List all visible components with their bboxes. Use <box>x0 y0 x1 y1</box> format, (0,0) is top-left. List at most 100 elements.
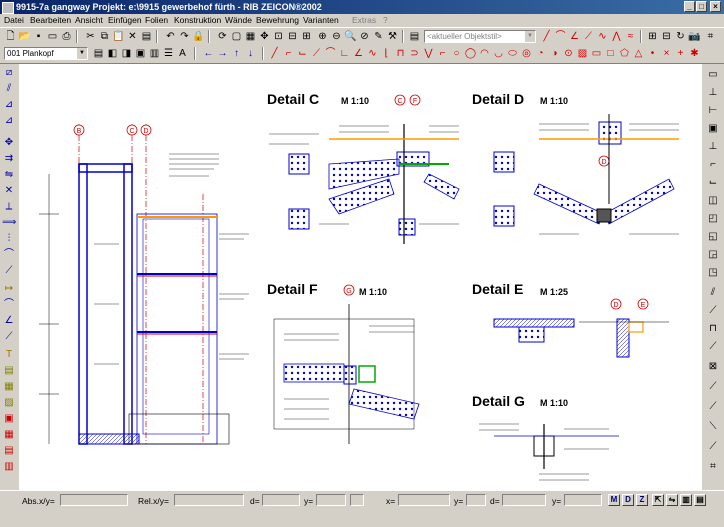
properties-icon[interactable]: ▤ <box>140 30 153 43</box>
maximize-button[interactable]: □ <box>696 1 707 12</box>
mode-d-button[interactable]: D <box>622 494 634 506</box>
slab-icon[interactable]: ⫽ <box>2 82 16 96</box>
object-style-icon[interactable]: ▤ <box>408 30 421 43</box>
snap-free-icon[interactable]: ⟋ <box>706 380 720 394</box>
symbol-icon[interactable]: ▦ <box>2 380 16 394</box>
polyline-icon[interactable]: ⌒ <box>554 30 567 43</box>
wave-icon[interactable]: ≈ <box>624 30 637 43</box>
label-icon[interactable]: ▤ <box>2 364 16 378</box>
snap-off-icon[interactable]: ⊠ <box>706 360 720 374</box>
snap-ins-icon[interactable]: ◳ <box>706 266 720 280</box>
minimize-button[interactable]: _ <box>684 1 695 12</box>
zoom-prev-icon[interactable]: ⊟ <box>286 30 299 43</box>
zoom-in-icon[interactable]: ⊕ <box>316 30 329 43</box>
cut-icon[interactable]: ✂ <box>84 30 97 43</box>
y3-field[interactable] <box>564 494 602 506</box>
draw-arc3-icon[interactable]: ◡ <box>492 47 505 60</box>
draw-loop-icon[interactable]: ⊃ <box>408 47 421 60</box>
menu-extras[interactable]: Extras <box>352 14 376 27</box>
draw-ring-icon[interactable]: ◎ <box>520 47 533 60</box>
draw-rect-icon[interactable]: ▭ <box>590 47 603 60</box>
lock-icon[interactable]: 🔒 <box>192 30 205 43</box>
text-icon[interactable]: A <box>176 47 189 60</box>
draw-sector-icon[interactable]: ◔ <box>534 47 547 60</box>
arrow-right-icon[interactable]: → <box>216 47 229 60</box>
y-field[interactable] <box>316 494 346 506</box>
edit-icon[interactable]: ✎ <box>372 30 385 43</box>
menu-folien[interactable]: Folien <box>145 14 168 27</box>
paste-icon[interactable]: 📋 <box>112 30 125 43</box>
layer-list-icon[interactable]: ☰ <box>162 47 175 60</box>
rebar-icon[interactable]: ▣ <box>2 412 16 426</box>
draw-bend-icon[interactable]: ∟ <box>338 47 351 60</box>
chevron-down-icon[interactable]: ▼ <box>77 48 87 59</box>
cross-icon[interactable]: ✕ <box>2 184 16 198</box>
stirrup-icon[interactable]: ▤ <box>2 444 16 458</box>
snap-center-icon[interactable]: ⊢ <box>706 104 720 118</box>
rel-x-field[interactable] <box>174 494 244 506</box>
draw-arc2-icon[interactable]: ◠ <box>478 47 491 60</box>
preview-icon[interactable]: ▭ <box>46 30 59 43</box>
pan-icon[interactable]: ✥ <box>258 30 271 43</box>
angle-icon[interactable]: ∠ <box>568 30 581 43</box>
new-icon[interactable]: 🗋 <box>4 30 17 43</box>
draw-hatch-icon[interactable]: ▨ <box>576 47 589 60</box>
draw-square-icon[interactable]: □ <box>604 47 617 60</box>
snap-inter-icon[interactable]: ▣ <box>706 122 720 136</box>
draw-zigzag-icon[interactable]: ⋁ <box>422 47 435 60</box>
copy-icon[interactable]: ⧉ <box>98 30 111 43</box>
zoom-all-icon[interactable]: ⊞ <box>300 30 313 43</box>
draw-node-icon[interactable]: ⊙ <box>562 47 575 60</box>
grid-toggle-icon[interactable]: ▥ <box>680 494 692 506</box>
print-icon[interactable]: ⎙ <box>60 30 73 43</box>
d-field[interactable] <box>262 494 300 506</box>
menu-ansicht[interactable]: Ansicht <box>75 14 103 27</box>
draw-diagonal-icon[interactable]: ⟋ <box>310 47 323 60</box>
draw-stirrup-icon[interactable]: ⊓ <box>394 47 407 60</box>
text-tool-icon[interactable]: T <box>2 348 16 362</box>
snap-ext-icon[interactable]: ◲ <box>706 248 720 262</box>
draw-polygon-icon[interactable]: ⬠ <box>618 47 631 60</box>
line-icon[interactable]: ╱ <box>540 30 553 43</box>
d2-field[interactable] <box>502 494 546 506</box>
snap-dist-icon[interactable]: ⟍ <box>706 420 720 434</box>
snap-near-icon[interactable]: ⌙ <box>706 176 720 190</box>
layer-lock-icon[interactable]: ▣ <box>134 47 147 60</box>
close-button[interactable]: × <box>710 1 721 12</box>
redraw-icon[interactable]: ⟳ <box>216 30 229 43</box>
layer-off-icon[interactable]: ◨ <box>120 47 133 60</box>
trim-icon[interactable]: ⟂ <box>2 200 16 214</box>
drawing-canvas[interactable]: B C D Detail C M 1:10 C F Detail D M 1:1… <box>19 64 702 490</box>
zoom-window-icon[interactable]: ⊡ <box>272 30 285 43</box>
draw-circle-icon[interactable]: ○ <box>450 47 463 60</box>
y2-field[interactable] <box>466 494 486 506</box>
layer-combo[interactable]: 001 Plankopf ▼ <box>4 47 88 60</box>
open-icon[interactable]: 📂 <box>18 30 31 43</box>
curve-icon[interactable]: ∿ <box>596 30 609 43</box>
draw-spline-icon[interactable]: ∿ <box>366 47 379 60</box>
zoom-out-icon[interactable]: ⊖ <box>330 30 343 43</box>
hatch-icon[interactable]: ▨ <box>2 396 16 410</box>
delete-icon[interactable]: ✕ <box>126 30 139 43</box>
snap-tan-icon[interactable]: ⌐ <box>706 158 720 172</box>
layer-color-icon[interactable]: ▥ <box>148 47 161 60</box>
chamfer-icon[interactable]: ⟋ <box>2 264 16 278</box>
slope-dim-icon[interactable]: ⟋ <box>2 330 16 344</box>
angle-dim-icon[interactable]: ∠ <box>2 314 16 328</box>
layer-toggle-icon[interactable]: ▤ <box>694 494 706 506</box>
frame-icon[interactable]: ⊟ <box>660 30 673 43</box>
draw-segment-icon[interactable]: ◑ <box>548 47 561 60</box>
x-field[interactable] <box>398 494 450 506</box>
draw-line-icon[interactable]: ╱ <box>268 47 281 60</box>
draw-ellipse-icon[interactable]: ⬭ <box>506 47 519 60</box>
draw-arc-icon[interactable]: ⌒ <box>324 47 337 60</box>
arrow-down-icon[interactable]: ↓ <box>244 47 257 60</box>
snap-rel-icon[interactable]: ⟋ <box>706 400 720 414</box>
undo-icon[interactable]: ↶ <box>164 30 177 43</box>
redo-icon[interactable]: ↷ <box>178 30 191 43</box>
table-icon[interactable]: ⊞ <box>646 30 659 43</box>
stair-icon[interactable]: ⊿ <box>2 98 16 112</box>
layout-icon[interactable]: ▦ <box>244 30 257 43</box>
draw-circle2-icon[interactable]: ◯ <box>464 47 477 60</box>
snap-track-icon[interactable]: ⌗ <box>706 460 720 474</box>
